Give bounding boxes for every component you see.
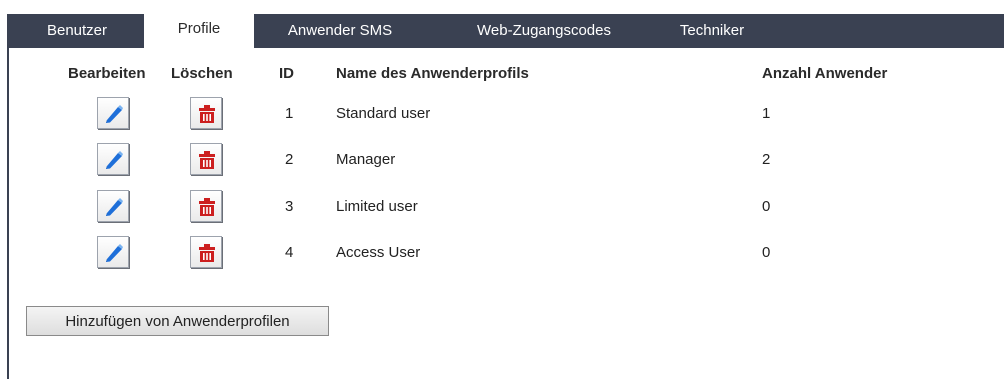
tab-web-zugangscodes[interactable]: Web-Zugangscodes bbox=[454, 14, 634, 48]
trash-icon bbox=[199, 198, 215, 216]
delete-profile-button[interactable] bbox=[190, 143, 222, 175]
column-header-user-count: Anzahl Anwender bbox=[762, 65, 888, 82]
tab-profile[interactable]: Profile bbox=[144, 12, 254, 48]
profile-id: 2 bbox=[285, 151, 294, 168]
tab-anwender-sms[interactable]: Anwender SMS bbox=[277, 14, 403, 48]
delete-profile-button[interactable] bbox=[190, 236, 222, 268]
profile-user-count: 1 bbox=[762, 105, 771, 122]
profile-user-count: 0 bbox=[762, 198, 771, 215]
delete-profile-button[interactable] bbox=[190, 190, 222, 222]
column-header-delete: Löschen bbox=[171, 65, 233, 82]
profile-id: 1 bbox=[285, 105, 294, 122]
trash-icon bbox=[199, 105, 215, 123]
pencil-icon bbox=[106, 198, 123, 216]
profile-name: Manager bbox=[336, 151, 396, 168]
pencil-icon bbox=[106, 244, 123, 262]
pencil-icon bbox=[106, 105, 123, 123]
profile-page: Benutzer Profile Anwender SMS Web-Zugang… bbox=[0, 0, 1004, 379]
trash-icon bbox=[199, 244, 215, 262]
column-header-id: ID bbox=[279, 65, 294, 82]
profile-name: Limited user bbox=[336, 198, 418, 215]
tab-techniker[interactable]: Techniker bbox=[662, 14, 762, 48]
edit-profile-button[interactable] bbox=[97, 236, 129, 268]
edit-profile-button[interactable] bbox=[97, 190, 129, 222]
column-header-profile-name: Name des Anwenderprofils bbox=[336, 65, 529, 82]
column-header-edit: Bearbeiten bbox=[68, 65, 146, 82]
profile-id: 3 bbox=[285, 198, 294, 215]
tab-bar: Benutzer Profile Anwender SMS Web-Zugang… bbox=[7, 12, 1004, 48]
trash-icon bbox=[199, 151, 215, 169]
profile-id: 4 bbox=[285, 244, 294, 261]
tab-benutzer[interactable]: Benutzer bbox=[33, 14, 121, 48]
profile-user-count: 2 bbox=[762, 151, 771, 168]
pencil-icon bbox=[106, 151, 123, 169]
profile-name: Access User bbox=[336, 244, 421, 261]
profile-name: Standard user bbox=[336, 105, 431, 122]
content-left-border bbox=[7, 48, 9, 379]
delete-profile-button[interactable] bbox=[190, 97, 222, 129]
edit-profile-button[interactable] bbox=[97, 97, 129, 129]
add-profile-button[interactable]: Hinzufügen von Anwenderprofilen bbox=[26, 306, 329, 336]
edit-profile-button[interactable] bbox=[97, 143, 129, 175]
profile-user-count: 0 bbox=[762, 244, 771, 261]
